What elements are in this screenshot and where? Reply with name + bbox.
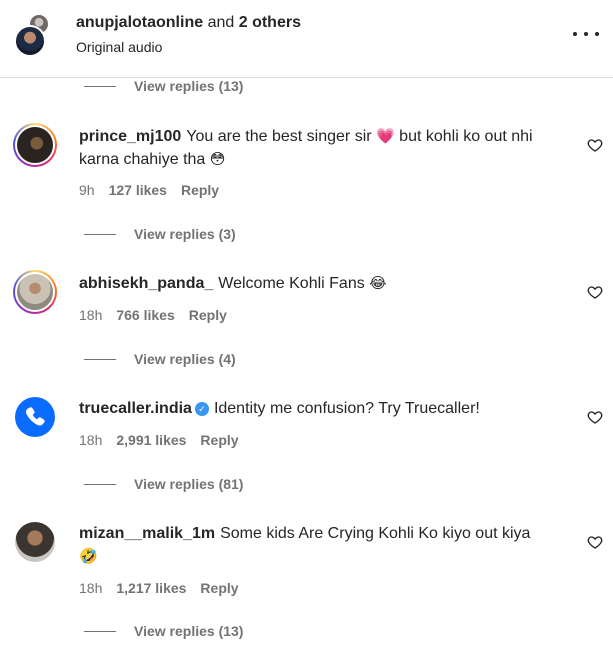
comment-time: 18h — [79, 307, 103, 323]
comment-meta: 18h 2,991 likes Reply — [79, 431, 239, 449]
reply-button[interactable]: Reply — [200, 432, 238, 448]
comment-body: Welcome Kohli Fans — [218, 275, 365, 292]
comment-body: You are the best singer sir — [186, 128, 372, 145]
divider-line — [84, 233, 116, 235]
rolling-laughing-emoji: 🤣 — [79, 547, 98, 565]
comment-username[interactable]: mizan__malik_1m — [79, 525, 215, 542]
comment-time: 18h — [79, 580, 103, 596]
avatar[interactable] — [13, 270, 57, 314]
reply-button[interactable]: Reply — [181, 182, 219, 198]
header-username[interactable]: anupjalotaonline — [76, 14, 203, 31]
view-replies-button[interactable]: View replies (4) — [84, 349, 236, 369]
view-replies-button[interactable]: View replies (81) — [84, 474, 243, 494]
comment-text: truecaller.india ✓ Identity me confusion? … — [79, 397, 559, 420]
heart-outline-icon[interactable] — [587, 137, 603, 153]
divider-line — [84, 483, 116, 485]
heart-outline-icon[interactable] — [587, 284, 603, 300]
comment-meta: 9h 127 likes Reply — [79, 181, 219, 199]
comment-text: abhisekh_panda_ Welcome Kohli Fans 😂 — [79, 272, 559, 295]
comment-likes[interactable]: 127 likes — [109, 182, 167, 198]
truecaller-logo-icon — [15, 397, 55, 437]
reply-button[interactable]: Reply — [189, 307, 227, 323]
divider-line — [84, 358, 116, 360]
view-replies-label: View replies (81) — [134, 476, 244, 492]
heart-outline-icon[interactable] — [587, 534, 603, 550]
comment-username[interactable]: truecaller.india — [79, 400, 192, 417]
reel-header: anupjalotaonline and 2 others Original a… — [0, 0, 613, 78]
collab-avatars[interactable] — [14, 13, 54, 57]
comment-likes[interactable]: 1,217 likes — [116, 580, 186, 596]
view-replies-label: View replies (13) — [134, 78, 244, 94]
audio-label[interactable]: Original audio — [76, 38, 162, 56]
comment-text: prince_mj100 You are the best singer sir … — [79, 125, 559, 171]
comment-time: 18h — [79, 432, 103, 448]
header-others[interactable]: 2 others — [239, 14, 301, 31]
divider-line — [84, 630, 116, 632]
avatar[interactable] — [13, 395, 57, 439]
flushed-emoji: 😳 — [209, 150, 226, 168]
comment-likes[interactable]: 2,991 likes — [116, 432, 186, 448]
header-joiner: and — [207, 14, 235, 31]
comment-username[interactable]: prince_mj100 — [79, 128, 181, 145]
comment-body: Some kids Are Crying Kohli Ko kiyo out k… — [220, 525, 531, 542]
more-options-icon[interactable] — [573, 24, 599, 44]
view-replies-label: View replies (3) — [134, 226, 236, 242]
comment-body: Identity me confusion? Try Truecaller! — [213, 400, 480, 417]
view-replies-button[interactable]: View replies (13) — [84, 76, 243, 96]
comment-meta: 18h 766 likes Reply — [79, 306, 227, 324]
view-replies-label: View replies (4) — [134, 351, 236, 367]
heart-outline-icon[interactable] — [587, 409, 603, 425]
comment-username[interactable]: abhisekh_panda_ — [79, 275, 213, 292]
avatar[interactable] — [14, 25, 46, 57]
comment-time: 9h — [79, 182, 95, 198]
header-title[interactable]: anupjalotaonline and 2 others — [76, 13, 301, 33]
avatar[interactable] — [13, 123, 57, 167]
view-replies-button[interactable]: View replies (3) — [84, 224, 236, 244]
view-replies-button[interactable]: View replies (13) — [84, 621, 243, 641]
heart-emoji: 💗 — [376, 127, 395, 145]
verified-badge-icon: ✓ — [194, 402, 209, 416]
comment-likes[interactable]: 766 likes — [116, 307, 174, 323]
avatar[interactable] — [13, 520, 57, 564]
divider-line — [84, 85, 116, 87]
laughing-emoji: 😂 — [369, 274, 387, 292]
comment-meta: 18h 1,217 likes Reply — [79, 579, 239, 597]
comment-text: mizan__malik_1m Some kids Are Crying Kohl… — [79, 522, 559, 568]
reply-button[interactable]: Reply — [200, 580, 238, 596]
view-replies-label: View replies (13) — [134, 623, 244, 639]
